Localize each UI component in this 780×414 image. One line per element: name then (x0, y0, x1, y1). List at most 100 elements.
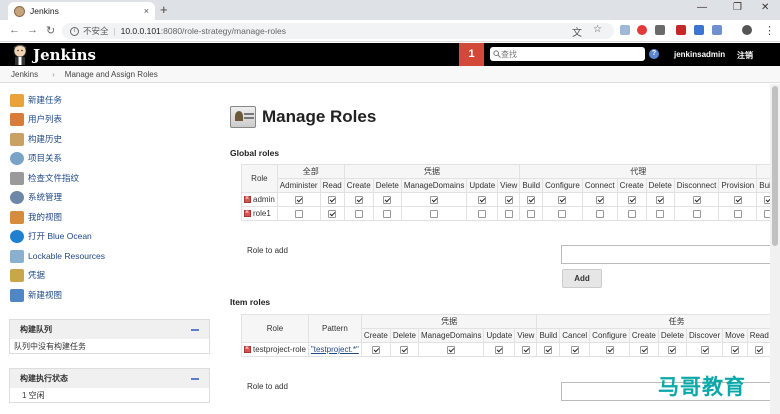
minimize-icon[interactable]: — (697, 2, 707, 13)
extension-cloud-icon[interactable] (620, 25, 630, 35)
permission-cell (718, 206, 758, 221)
permission-checkbox[interactable] (521, 345, 530, 354)
task-label: 系统管理 (28, 192, 63, 202)
permission-checkbox[interactable] (504, 209, 513, 218)
task-people[interactable]: 用户列表 (10, 112, 62, 126)
task-build-history[interactable]: 构建历史 (10, 132, 62, 146)
permission-checkbox[interactable] (354, 209, 363, 218)
permission-checkbox[interactable] (294, 209, 303, 218)
permission-checkbox[interactable] (627, 209, 636, 218)
permission-checkbox[interactable] (692, 209, 701, 218)
executor-title[interactable]: 构建执行状态 (20, 373, 68, 384)
permission-cell (542, 206, 583, 221)
permission-checkbox[interactable] (447, 345, 456, 354)
delete-role-icon[interactable] (244, 344, 251, 354)
permission-cell (581, 192, 618, 207)
permission-checkbox[interactable] (527, 209, 536, 218)
permission-checkbox[interactable] (656, 209, 665, 218)
jenkins-butler-logo[interactable] (11, 44, 29, 65)
permission-checkbox[interactable] (371, 345, 380, 354)
permission-checkbox[interactable] (478, 195, 487, 204)
permission-checkbox[interactable] (383, 195, 392, 204)
task-project-relation[interactable]: 项目关系 (10, 151, 62, 165)
task-my-views[interactable]: 我的视图 (10, 210, 62, 224)
url-input[interactable]: i 不安全 | 10.0.0.101 :8080/role-strategy/m… (62, 23, 614, 39)
collapse-icon[interactable] (191, 377, 199, 380)
help-icon[interactable]: ? (649, 49, 659, 59)
logout-link[interactable]: 注销 (737, 50, 753, 61)
permission-checkbox[interactable] (558, 195, 567, 204)
browser-menu-icon[interactable]: ⋮ (764, 24, 775, 37)
permission-checkbox[interactable] (656, 195, 665, 204)
extension-red-icon[interactable] (637, 25, 647, 35)
back-icon[interactable]: ← (9, 24, 20, 36)
browser-tab[interactable]: Jenkins × (8, 2, 155, 20)
delete-role-icon[interactable] (244, 194, 251, 204)
permission-checkbox[interactable] (730, 345, 739, 354)
permission-checkbox[interactable] (639, 345, 648, 354)
permission-checkbox[interactable] (328, 195, 337, 204)
forward-icon[interactable]: → (27, 24, 38, 36)
permission-checkbox[interactable] (495, 345, 504, 354)
jenkins-brand[interactable]: Jenkins (33, 46, 96, 64)
permission-checkbox[interactable] (478, 209, 487, 218)
permission-checkbox[interactable] (328, 209, 337, 218)
add-global-role-button[interactable]: Add (562, 269, 602, 288)
permission-checkbox[interactable] (733, 209, 742, 218)
new-tab-icon[interactable]: + (160, 2, 168, 17)
permission-checkbox[interactable] (544, 345, 553, 354)
tab-close-icon[interactable]: × (144, 6, 149, 16)
close-window-icon[interactable]: ✕ (761, 2, 769, 13)
reload-icon[interactable]: ↻ (46, 24, 55, 37)
pattern-link[interactable]: "testproject.*" (311, 345, 359, 354)
search-input[interactable] (501, 49, 631, 59)
breadcrumb-jenkins[interactable]: Jenkins (11, 70, 38, 79)
breadcrumb-manage-roles[interactable]: Manage and Assign Roles (65, 70, 158, 79)
permission-checkbox[interactable] (383, 209, 392, 218)
permission-checkbox[interactable] (294, 195, 303, 204)
permission-column-header: Discover (685, 328, 724, 343)
permission-checkbox[interactable] (570, 345, 579, 354)
permission-checkbox[interactable] (755, 345, 764, 354)
task-credentials[interactable]: 凭据 (10, 268, 45, 282)
magnifier-icon (10, 151, 24, 165)
extension-pdf-icon[interactable] (676, 25, 686, 35)
permission-checkbox[interactable] (595, 195, 604, 204)
bookmark-star-icon[interactable]: ☆ (593, 24, 602, 35)
notification-badge[interactable]: 1 (459, 43, 484, 66)
scrollbar-thumb[interactable] (772, 86, 778, 246)
user-link[interactable]: jenkinsadmin (674, 50, 725, 59)
task-blue-ocean[interactable]: 打开 Blue Ocean (10, 229, 92, 243)
permission-checkbox[interactable] (700, 345, 709, 354)
profile-avatar-icon[interactable] (742, 25, 752, 35)
permission-checkbox[interactable] (595, 209, 604, 218)
search-box[interactable] (490, 47, 645, 61)
collapse-icon[interactable] (191, 328, 199, 331)
task-lockable-resources[interactable]: Lockable Resources (10, 249, 105, 263)
permission-checkbox[interactable] (400, 345, 409, 354)
info-icon[interactable]: i (70, 26, 79, 36)
permission-checkbox[interactable] (733, 195, 742, 204)
permission-checkbox[interactable] (430, 195, 439, 204)
permission-checkbox[interactable] (605, 345, 614, 354)
permission-checkbox[interactable] (504, 195, 513, 204)
task-fingerprint[interactable]: 检查文件指纹 (10, 171, 79, 185)
global-role-input[interactable] (561, 245, 780, 264)
permission-checkbox[interactable] (627, 195, 636, 204)
permission-checkbox[interactable] (430, 209, 439, 218)
permission-checkbox[interactable] (354, 195, 363, 204)
translate-icon[interactable]: 文 (572, 24, 582, 39)
task-manage-jenkins[interactable]: 系统管理 (10, 190, 62, 204)
permission-checkbox[interactable] (558, 209, 567, 218)
task-new-view[interactable]: 新建视图 (10, 288, 62, 302)
task-new-item[interactable]: 新建任务 (10, 93, 62, 107)
extension-gray-icon[interactable] (655, 25, 665, 35)
extension-translate-icon[interactable] (712, 25, 722, 35)
permission-checkbox[interactable] (527, 195, 536, 204)
page-title: Manage Roles (262, 107, 377, 126)
extension-check-icon[interactable] (694, 25, 704, 35)
delete-role-icon[interactable] (244, 208, 251, 218)
maximize-icon[interactable]: ❐ (733, 2, 742, 13)
permission-checkbox[interactable] (692, 195, 701, 204)
permission-checkbox[interactable] (668, 345, 677, 354)
